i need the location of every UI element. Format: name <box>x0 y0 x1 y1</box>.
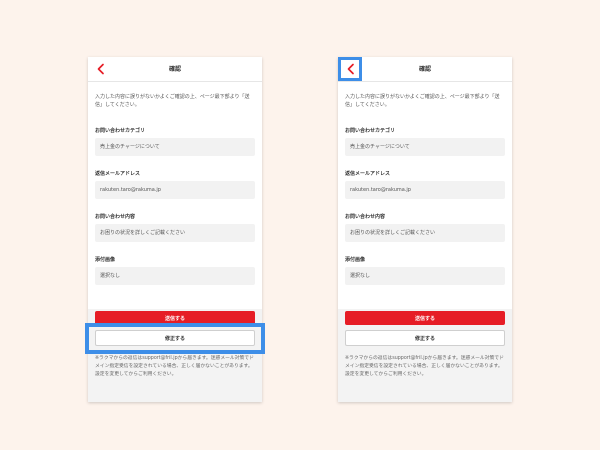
field-value-image: 選択なし <box>345 267 505 285</box>
page-title: 確認 <box>418 66 431 73</box>
field-label-image: 添付画像 <box>95 257 116 263</box>
field-label-category: お問い合わせカテゴリ <box>95 128 146 134</box>
field-label-content: お問い合わせ内容 <box>345 214 386 220</box>
field-value-email: rakuten.taro@rakuma.jp <box>95 181 255 199</box>
send-button[interactable]: 送信する <box>95 311 255 325</box>
field-value-content: お困りの状況を詳しくご記載ください <box>95 224 255 242</box>
field-label-email: 返信メールアドレス <box>95 171 141 177</box>
fix-button[interactable]: 修正する <box>345 330 505 346</box>
intro-text: 入力した内容に誤りがないかよくご確認の上、ページ最下部より「送信」してください。 <box>95 94 250 108</box>
field-value-image: 選択なし <box>95 267 255 285</box>
page-title: 確認 <box>168 66 181 73</box>
header-bar: 確認 <box>88 57 262 82</box>
confirm-screen-left: 確認 入力した内容に誤りがないかよくご確認の上、ページ最下部より「送信」してくだ… <box>88 57 262 402</box>
header-bar: 確認 <box>338 57 512 82</box>
fix-button[interactable]: 修正する <box>95 330 255 346</box>
confirm-content: 入力した内容に誤りがないかよくご確認の上、ページ最下部より「送信」してください。… <box>338 82 512 309</box>
intro-text: 入力した内容に誤りがないかよくご確認の上、ページ最下部より「送信」してください。 <box>345 94 500 108</box>
field-label-content: お問い合わせ内容 <box>95 214 136 220</box>
field-value-content: お困りの状況を詳しくご記載ください <box>345 224 505 242</box>
field-label-category: お問い合わせカテゴリ <box>345 128 396 134</box>
field-value-category: 売上金のチャージについて <box>95 138 255 156</box>
notice-text: ※ラクマからの返信はsupport@fril.jpから届きます。迷惑メール対策で… <box>95 356 254 377</box>
field-label-image: 添付画像 <box>345 257 366 263</box>
confirm-content: 入力した内容に誤りがないかよくご確認の上、ページ最下部より「送信」してください。… <box>88 82 262 309</box>
send-button[interactable]: 送信する <box>345 311 505 325</box>
field-value-email: rakuten.taro@rakuma.jp <box>345 181 505 199</box>
field-value-category: 売上金のチャージについて <box>345 138 505 156</box>
confirm-screen-right: 確認 入力した内容に誤りがないかよくご確認の上、ページ最下部より「送信」してくだ… <box>338 57 512 402</box>
field-label-email: 返信メールアドレス <box>345 171 391 177</box>
notice-text: ※ラクマからの返信はsupport@fril.jpから届きます。迷惑メール対策で… <box>345 356 504 377</box>
